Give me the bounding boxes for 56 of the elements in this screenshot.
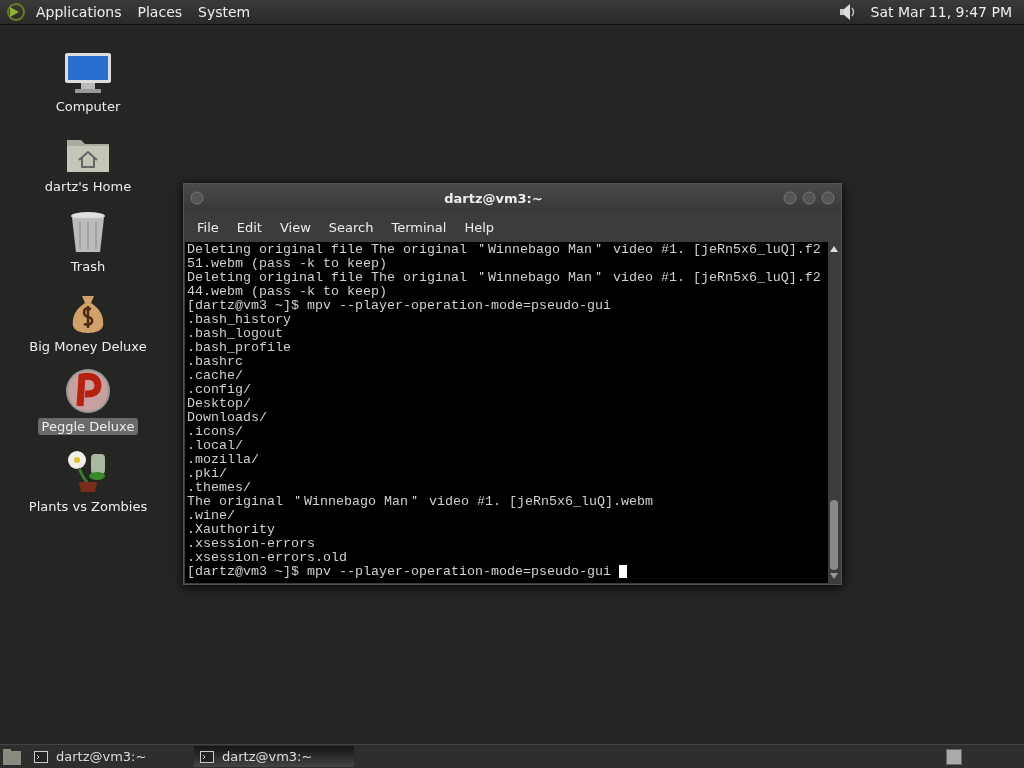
terminal-line: .bashrc [187, 355, 243, 369]
terminal-line: .bash_history [187, 313, 291, 327]
taskbar-button[interactable]: dartz@vm3:~ [194, 746, 354, 767]
terminal-icon [200, 750, 214, 763]
menu-item[interactable]: File [188, 219, 228, 235]
terminal-line: .local/ [187, 439, 243, 453]
terminal-line: .icons/ [187, 425, 243, 439]
desktop-icon-label[interactable]: Peggle Deluxe [37, 418, 139, 435]
terminal-line: .pki/ [187, 467, 227, 481]
trash-icon[interactable] [69, 210, 107, 254]
terminal-line: .xsession-errors [187, 537, 315, 551]
terminal-line: .mozilla/ [187, 453, 259, 467]
terminal-line: .xsession-errors.old [187, 551, 347, 565]
desktop-icon-label[interactable]: Plants vs Zombies [24, 498, 152, 515]
window-title: dartz@vm3:~ [443, 190, 544, 206]
terminal-line: .themes/ [187, 481, 251, 495]
panel-menu[interactable]: Places [131, 4, 189, 20]
taskbar-button[interactable]: dartz@vm3:~ [28, 746, 188, 767]
terminal-line: .bash_profile [187, 341, 291, 355]
desktop-icon-label[interactable]: Computer [51, 98, 125, 115]
terminal-line: [dartz@vm3 ~]$ mpv --player-operation-mode=pseudo-gui [187, 565, 612, 579]
desktop-icon-label[interactable]: dartz's Home [40, 178, 136, 195]
terminal-line: [dartz@vm3 ~]$ mpv --player-operation-mode=pseudo-gui [187, 299, 611, 313]
terminal-line: 44.webm (pass -k to keep) [187, 285, 387, 299]
terminal-line: The original ＂Winnebago Man＂ video #1. [jeRn5x6_luQ].webm [187, 495, 653, 509]
terminal-line: Downloads/ [187, 411, 267, 425]
show-desktop-icon[interactable] [2, 747, 22, 766]
scroll-up-icon[interactable] [829, 245, 839, 253]
scroll-thumb[interactable] [830, 500, 838, 570]
terminal-line: Deleting original file The original ＂Winnebago Man＂ video #1. [jeRn5x6_luQ].f2 [187, 243, 821, 257]
terminal-line: .cache/ [187, 369, 243, 383]
terminal-line: .Xauthority [187, 523, 275, 537]
panel-menu[interactable]: Applications [30, 4, 128, 20]
terminal-line: Deleting original file The original ＂Winnebago Man＂ video #1. [jeRn5x6_luQ].f2 [187, 271, 821, 285]
menu-item[interactable]: Search [319, 219, 383, 235]
clock[interactable]: Sat Mar 11, 9:47 PM [862, 4, 1018, 20]
computer-icon[interactable] [63, 52, 113, 94]
menu-item[interactable]: Help [455, 219, 504, 235]
workspace-switcher[interactable] [946, 748, 962, 765]
scrollbar[interactable] [828, 242, 840, 583]
text-cursor [618, 565, 627, 578]
terminal-line: .wine/ [187, 509, 235, 523]
menu-item[interactable]: View [270, 219, 320, 235]
terminal-line: .config/ [187, 383, 251, 397]
terminal-line: .bash_logout [187, 327, 283, 341]
terminal-icon [34, 750, 48, 763]
terminal-line: 51.webm (pass -k to keep) [187, 257, 387, 271]
panel-menu[interactable]: System [192, 4, 257, 20]
menu-logo-icon[interactable] [6, 2, 26, 22]
peggle-ball-icon[interactable] [65, 368, 111, 414]
menu-item[interactable]: Terminal [382, 219, 456, 235]
menu-item[interactable]: Edit [227, 219, 271, 235]
scroll-down-icon[interactable] [829, 572, 839, 580]
terminal-line: Desktop/ [187, 397, 251, 411]
desktop-icon-label[interactable]: Big Money Deluxe [25, 338, 151, 355]
desktop-icon-label[interactable]: Trash [66, 258, 110, 275]
